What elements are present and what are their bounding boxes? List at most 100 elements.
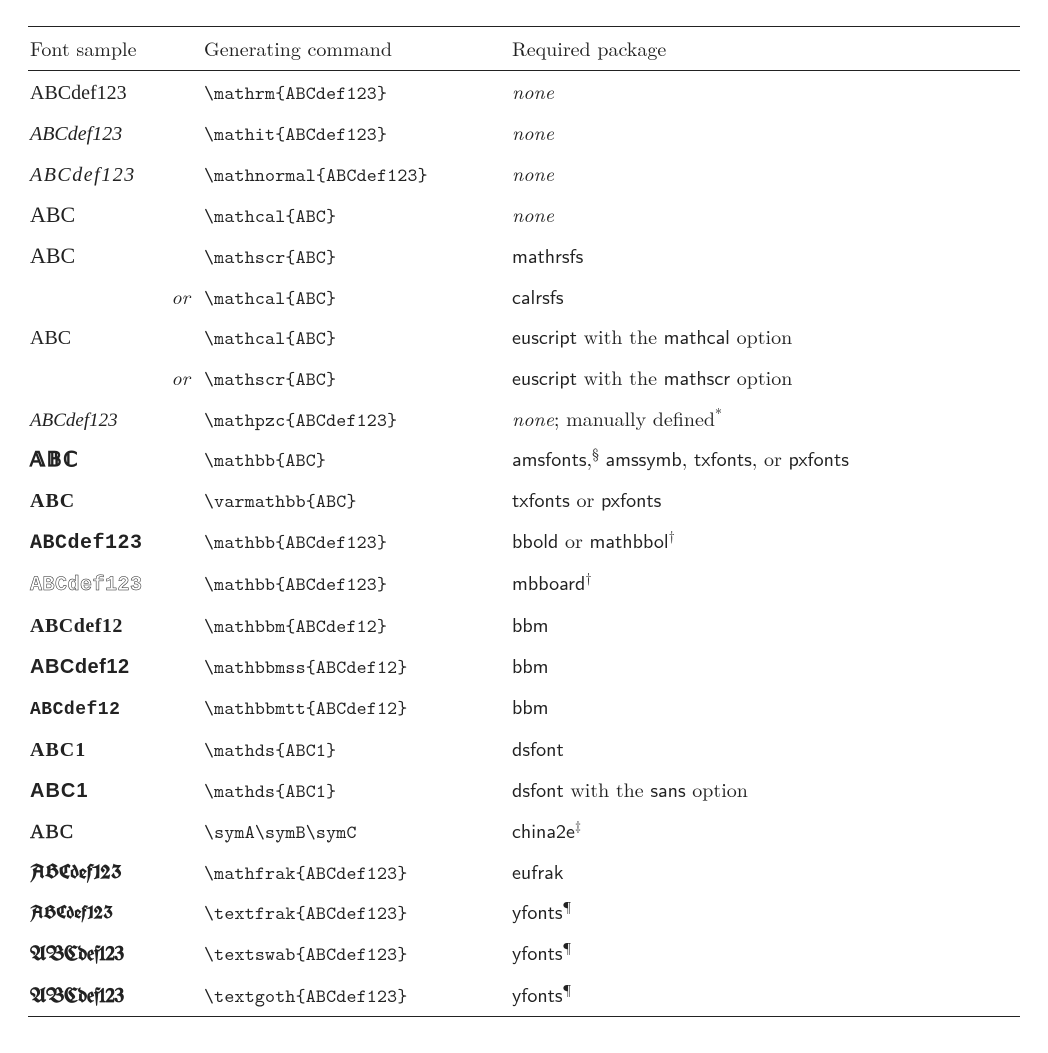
table-row: ABC \mathcal{ABC} euscript with the math… [28,317,1020,358]
cmd-mathnormal: \mathnormal{ABCdef123} [204,163,428,188]
manual-text: ; manually defined [554,403,715,432]
cmd-mathpzc: \mathpzc{ABCdef123} [204,408,397,433]
with-the-text: with the [577,321,664,350]
pkg-yfonts: yfonts [512,897,563,926]
pkg-bbold: bbold [512,526,558,555]
footnote-section: § [592,443,599,463]
sample-mathbb: 𝔸𝔹ℂ [30,449,79,471]
table-row: ABCdef123 \mathrm{ABCdef123} none [28,71,1020,113]
cmd-textgoth: \textgoth{ABCdef123} [204,984,408,1009]
sample-textfrak: ABCdef123 [30,900,113,925]
cmd-mathcal-alt: \mathcal{ABC} [204,286,336,311]
footnote-para: ¶ [563,897,572,917]
cmd-textfrak: \textfrak{ABCdef123} [204,901,408,926]
footnote-para: ¶ [563,937,572,957]
pkg-mbboard: mbboard [512,568,585,597]
sample-bbmss: ABCdef12 [30,656,130,678]
opt-mathscr: mathscr [664,363,730,392]
footnote-dagger: † [669,525,675,545]
cmd-mathbbmtt: \mathbbmtt{ABCdef12} [204,696,408,721]
or-word: or [570,484,601,513]
cmd-mathbbmss: \mathbbmss{ABCdef12} [204,655,408,680]
cmd-sym: \symA\symB\symC [204,820,357,845]
table-row: ABCdef123 \mathpzc{ABCdef123} none; manu… [28,398,1020,438]
pkg-euscript: euscript [512,363,577,392]
sample-mathit: ABCdef123 [30,123,122,145]
sample-euscript: ABC [30,327,71,349]
footnote-ddagger: ‡ [575,815,581,835]
pkg-yfonts: yfonts [512,938,563,967]
table-row: ABCdef123 \textfrak{ABCdef123} yfonts¶ [28,892,1020,932]
sample-mathfrak: ABCdef123 [30,857,122,885]
cmd-mathscr-eus: \mathscr{ABC} [204,367,336,392]
pkg-none: none [512,158,554,187]
or-label: or [171,362,190,391]
table-row: ABCdef123 \mathbb{ABCdef123} mbboard† [28,563,1020,605]
sample-textgoth: ABCdef123 [30,987,124,1008]
with-the-text: with the [577,362,664,391]
with-the-text: with the [564,774,651,803]
sep-comma-sp: , [752,443,764,472]
pkg-none: none [512,76,554,105]
pkg-txfonts: txfonts [512,485,570,514]
or-word: or [764,443,782,472]
pkg-calrsfs: calrsfs [512,282,564,311]
opt-sans: sans [650,775,685,804]
table-row: 𝔸𝔹ℂ \mathbb{ABC} amsfonts,§ amssymb, txf… [28,439,1020,480]
cmd-mathds-sans: \mathds{ABC1} [204,779,336,804]
opt-mathcal: mathcal [664,322,730,351]
sample-bbm: ABCdef12 [30,615,123,637]
cmd-mathds: \mathds{ABC1} [204,738,336,763]
cmd-mathcal-eus: \mathcal{ABC} [204,326,336,351]
table-row: ABC1 \mathds{ABC1} dsfont [28,728,1020,769]
table-head-row: Font sample Generating command Required … [28,27,1020,71]
sample-mathds: ABC1 [30,739,86,761]
cmd-textswab: \textswab{ABCdef123} [204,942,408,967]
table-row: ABCdef123 \mathfrak{ABCdef123} eufrak [28,851,1020,891]
pkg-bbm: bbm [512,692,549,721]
table-row: ABCdef12 \mathbbm{ABCdef12} bbm [28,605,1020,646]
math-alphabets-table: Font sample Generating command Required … [0,0,1048,1053]
pkg-bbm: bbm [512,651,549,680]
sample-mathcal: ABC [30,202,75,227]
table-row: or \mathscr{ABC} euscript with the maths… [28,358,1020,398]
table-row: ABCdef12 \mathbbmss{ABCdef12} bbm [28,646,1020,687]
sample-mathrm: ABCdef123 [30,82,127,104]
table-row: ABC \mathcal{ABC} none [28,194,1020,235]
option-text: option [730,321,792,350]
cmd-mathscr: \mathscr{ABC} [204,245,336,270]
cmd-mathbbm: \mathbbm{ABCdef12} [204,614,387,639]
option-text: option [730,362,792,391]
sample-bbmtt: ABCdef12 [30,700,120,720]
sample-textswab: ABCdef123 [30,945,124,966]
sample-mathpzc: ABCdef123 [30,410,118,431]
sample-mathnormal: ABCdef123 [30,164,136,186]
cmd-mathcal: \mathcal{ABC} [204,204,336,229]
table-row: ABC \symA\symB\symC china2e‡ [28,810,1020,851]
pkg-bbm: bbm [512,610,549,639]
pkg-dsfont: dsfont [512,734,564,763]
pkg-mathbbol: mathbbol [590,526,669,555]
pkg-pxfonts: pxfonts [789,444,849,473]
sample-mathds-sans: ABC1 [30,780,88,802]
sample-china2e: ABC [30,821,74,843]
footnote-dagger: † [585,567,591,587]
pkg-mathrsfs: mathrsfs [512,241,583,270]
sep-comma-sp: , [682,443,694,472]
pkg-china2e: china2e [512,816,575,845]
table-row: ABC \varmathbb{ABC} txfonts or pxfonts [28,480,1020,521]
footnote-para: ¶ [563,979,572,999]
pkg-amssymb: amssymb [606,444,682,473]
cmd-mathfrak: \mathfrak{ABCdef123} [204,861,408,886]
pkg-euscript: euscript [512,322,577,351]
sample-varmathbb: ABC [30,490,75,512]
table-row: ABCdef123 \mathbb{ABCdef123} bbold or ma… [28,521,1020,563]
head-command: Generating command [202,27,510,71]
sample-bbold: ABCdef123 [30,532,143,555]
cmd-mathit: \mathit{ABCdef123} [204,122,387,147]
pkg-none: none [512,403,554,432]
or-label: or [171,281,190,310]
or-word: or [558,525,589,554]
table-row: ABCdef123 \mathnormal{ABCdef123} none [28,153,1020,194]
table-row: or \mathcal{ABC} calrsfs [28,276,1020,316]
